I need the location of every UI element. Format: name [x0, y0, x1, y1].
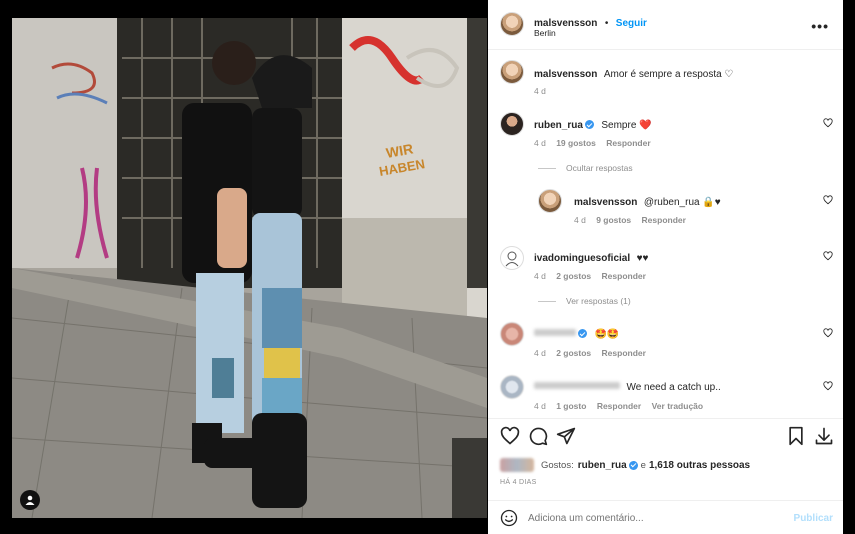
comment-text: 🤩🤩: [594, 329, 620, 340]
likes-others[interactable]: 1,618 outras pessoas: [649, 460, 750, 471]
comment-username-redacted[interactable]: [534, 382, 620, 390]
comment-icon[interactable]: [528, 426, 548, 446]
comment-likes[interactable]: 19 gostos: [556, 138, 596, 148]
comment-box: Publicar: [488, 500, 843, 534]
likes-first-user[interactable]: ruben_rua: [578, 460, 627, 471]
comment-time[interactable]: 4 d: [534, 401, 546, 411]
see-translation-button[interactable]: Ver tradução: [652, 401, 704, 411]
like-comment-icon[interactable]: [823, 328, 833, 338]
likes-prefix: Gostos:: [541, 459, 574, 471]
comment-likes[interactable]: 9 gostos: [596, 215, 631, 225]
comment-username[interactable]: malsvensson: [574, 197, 637, 208]
comment-avatar[interactable]: [500, 322, 524, 346]
thread-line: [538, 301, 556, 303]
comment-text: We need a catch up..: [626, 382, 721, 393]
comment-likes[interactable]: 2 gostos: [556, 271, 591, 281]
post-header: malsvensson • Seguir Berlin •••: [488, 0, 843, 50]
reply-button[interactable]: Responder: [642, 215, 686, 225]
verified-badge-icon: [578, 329, 587, 338]
like-comment-icon[interactable]: [823, 118, 833, 128]
post-photo[interactable]: WIR HABEN: [12, 18, 487, 518]
comment-text: Sempre ❤️: [601, 120, 652, 131]
likes-summary: Gostos: ruben_rua e 1,618 outras pessoas: [500, 458, 750, 472]
comment-likes[interactable]: 1 gosto: [556, 401, 586, 411]
comment-likes[interactable]: 2 gostos: [556, 348, 591, 358]
caption-time[interactable]: 4 d: [534, 86, 546, 96]
share-icon[interactable]: [556, 426, 576, 446]
hide-replies-button[interactable]: Ocultar respostas: [538, 163, 633, 173]
author-avatar[interactable]: [500, 12, 524, 36]
like-comment-icon[interactable]: [823, 251, 833, 261]
like-comment-icon[interactable]: [823, 381, 833, 391]
liker-avatars[interactable]: [500, 458, 534, 472]
comment-time[interactable]: 4 d: [534, 348, 546, 358]
comment-avatar[interactable]: [500, 375, 524, 399]
save-bookmark-icon[interactable]: [786, 426, 806, 446]
reply-button[interactable]: Responder: [606, 138, 650, 148]
comment-username[interactable]: ivadominguesoficial: [534, 253, 630, 264]
view-replies-button[interactable]: Ver respostas (1): [538, 296, 631, 306]
post-timestamp[interactable]: HÁ 4 DIAS: [500, 479, 537, 486]
post-location[interactable]: Berlin: [534, 28, 556, 38]
comment-time[interactable]: 4 d: [534, 271, 546, 281]
comment-avatar[interactable]: [500, 246, 524, 270]
comment-avatar[interactable]: [500, 112, 524, 136]
comment-time[interactable]: 4 d: [534, 138, 546, 148]
comment-text: ♥♥: [636, 253, 649, 264]
thread-line: [538, 168, 556, 170]
comment-time[interactable]: 4 d: [574, 215, 586, 225]
reply-button[interactable]: Responder: [602, 271, 646, 281]
verified-badge-icon: [584, 120, 594, 129]
comment-text: @ruben_rua 🔒♥: [643, 197, 721, 208]
likes-connector: e: [640, 459, 646, 471]
publish-button[interactable]: Publicar: [794, 513, 833, 524]
reply-button[interactable]: Responder: [597, 401, 641, 411]
comment-username[interactable]: ruben_rua: [534, 120, 583, 131]
verified-badge-icon: [628, 460, 638, 470]
emoji-icon[interactable]: [500, 509, 518, 527]
comment-avatar[interactable]: [538, 189, 562, 213]
user-tag-icon[interactable]: [20, 490, 40, 510]
like-icon[interactable]: [500, 426, 520, 446]
reply-button[interactable]: Responder: [602, 348, 646, 358]
caption-avatar[interactable]: [500, 60, 524, 84]
like-comment-icon[interactable]: [823, 195, 833, 205]
caption-text: Amor é sempre a resposta ♡: [603, 69, 734, 80]
header-separator: •: [604, 18, 609, 29]
follow-button[interactable]: Seguir: [616, 18, 647, 29]
comment-username-redacted[interactable]: [534, 329, 576, 337]
download-icon[interactable]: [814, 426, 834, 446]
post-details-panel: malsvensson • Seguir Berlin ••• malsvens…: [488, 0, 843, 534]
comment-input[interactable]: [528, 509, 778, 527]
more-options-icon[interactable]: •••: [811, 18, 829, 34]
caption-username[interactable]: malsvensson: [534, 69, 597, 80]
